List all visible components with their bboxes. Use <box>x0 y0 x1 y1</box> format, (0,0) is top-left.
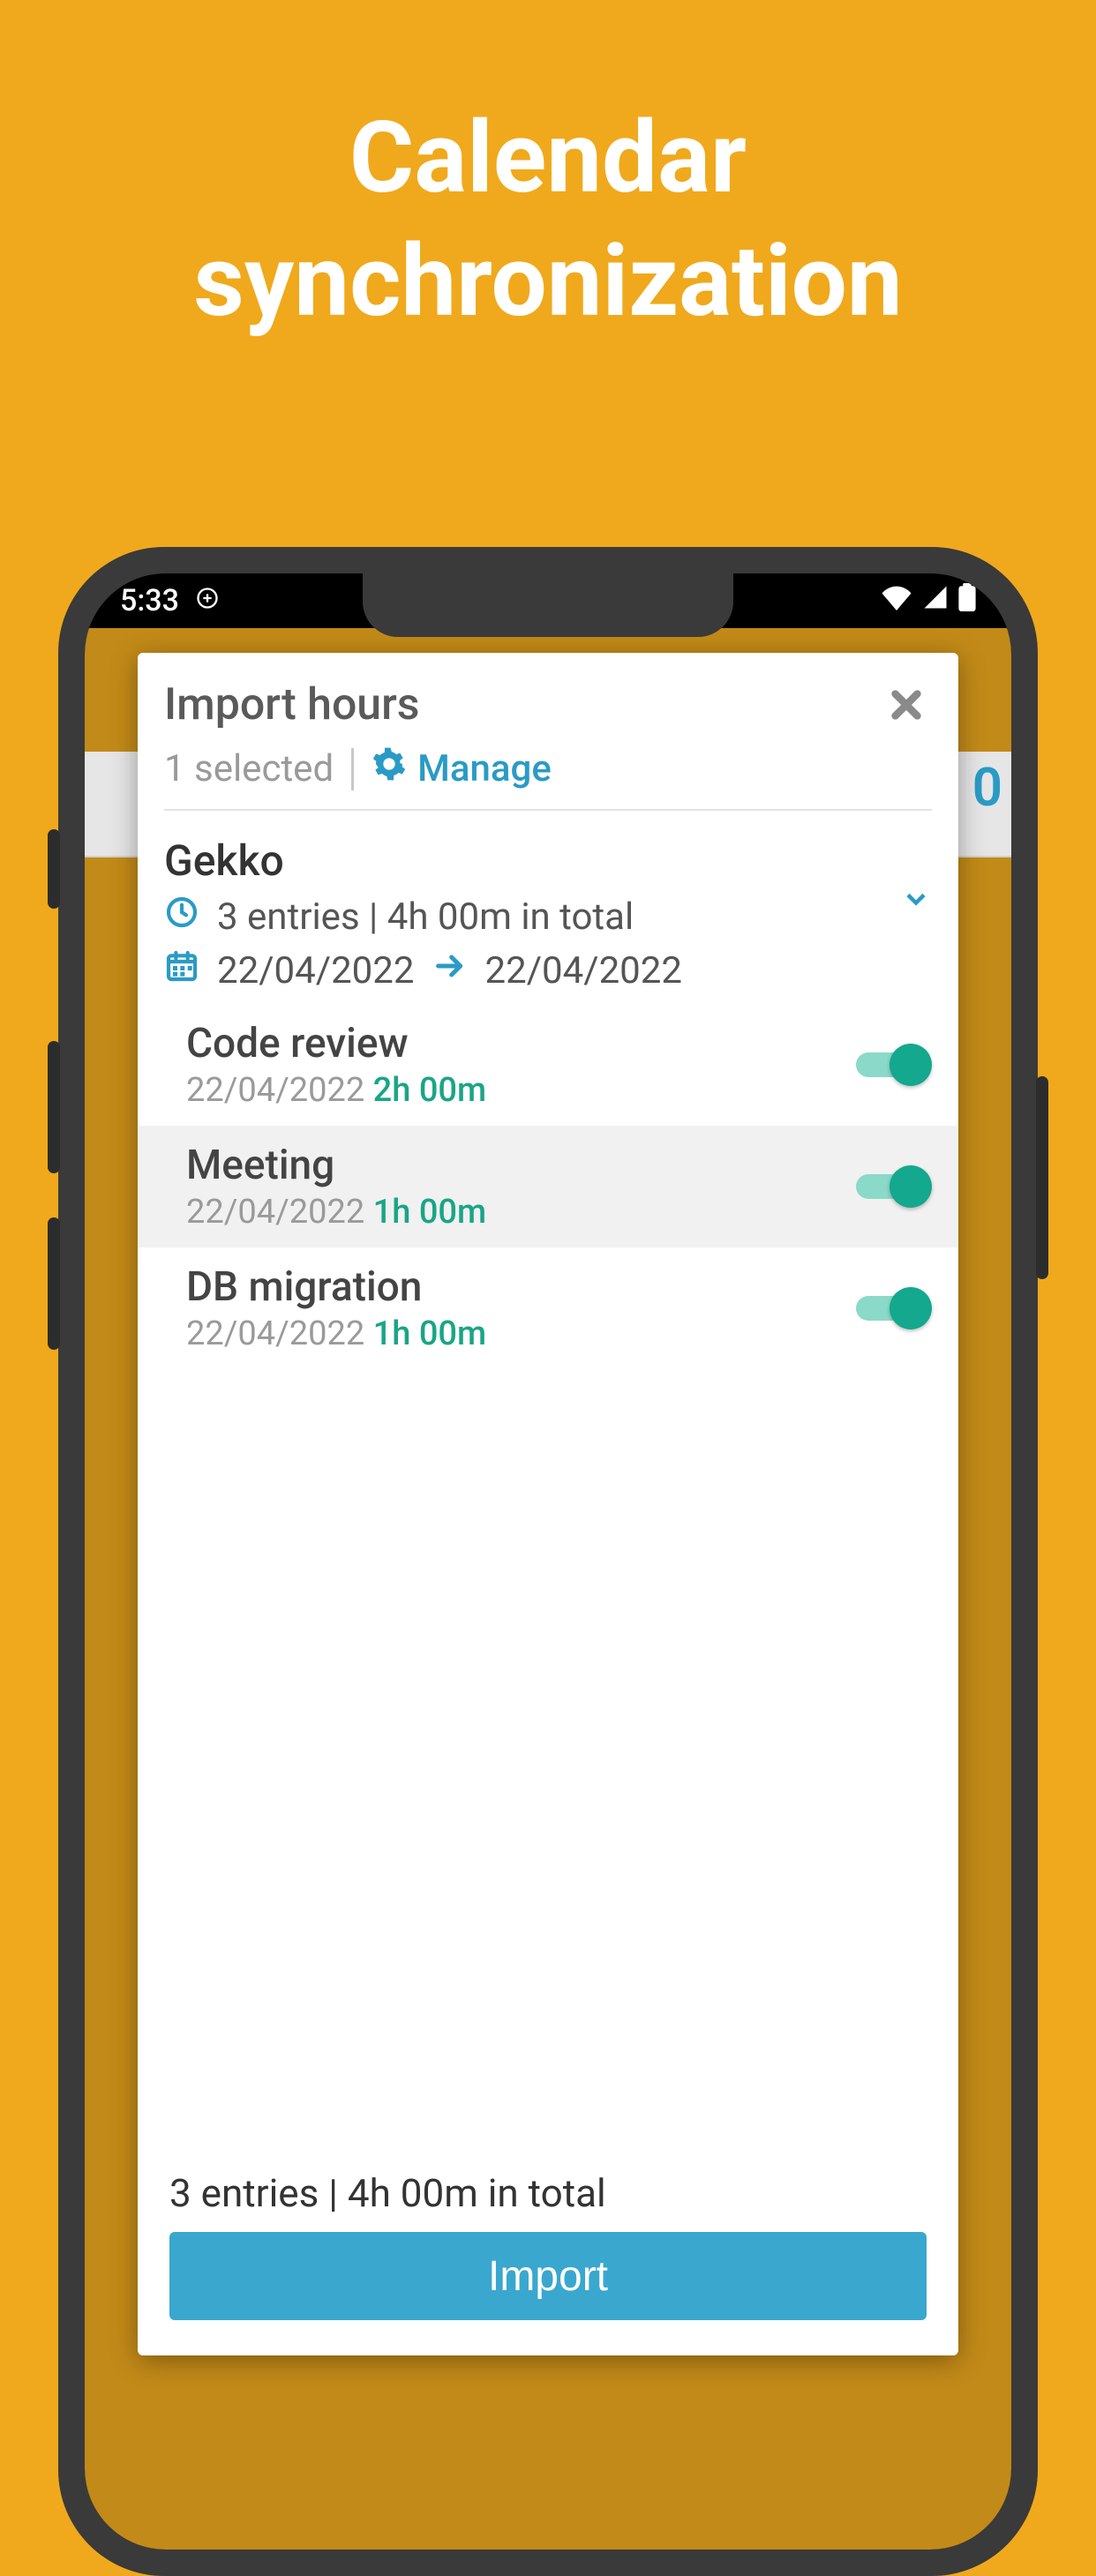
battery-icon <box>958 583 976 619</box>
selected-count: 1 selected <box>164 747 334 790</box>
status-time: 5:33 <box>120 583 179 618</box>
entry-row: Code review 22/04/2022 2h 00m <box>138 1004 958 1126</box>
entry-date: 22/04/2022 <box>186 1314 364 1353</box>
wifi-icon <box>881 583 912 618</box>
footer-summary: 3 entries | 4h 00m in total <box>169 2170 927 2216</box>
import-hours-modal: Import hours 1 selected Manage <box>138 653 958 2355</box>
entry-row: DB migration 22/04/2022 1h 00m <box>138 1247 958 1369</box>
manage-button[interactable]: Manage <box>372 746 552 791</box>
entry-title: Meeting <box>186 1142 486 1189</box>
entry-duration: 1h 00m <box>373 1193 486 1232</box>
entry-date: 22/04/2022 <box>186 1193 364 1232</box>
entry-title: Code review <box>186 1020 486 1067</box>
entry-row: Meeting 22/04/2022 1h 00m <box>138 1126 958 1247</box>
divider <box>351 748 354 790</box>
calendar-icon <box>164 948 199 993</box>
toggle-knob <box>890 1165 932 1208</box>
project-block: Gekko 3 entries | 4h 00m in total 22/04/… <box>138 820 958 1004</box>
phone-side-button <box>48 1041 60 1173</box>
phone-notch <box>363 573 733 637</box>
entry-title: DB migration <box>186 1263 486 1311</box>
modal-header: Import hours 1 selected Manage <box>138 653 958 820</box>
entry-date: 22/04/2022 <box>186 1071 364 1110</box>
toggle-knob <box>890 1287 932 1329</box>
entry-toggle[interactable] <box>852 1287 932 1329</box>
entries-list: Code review 22/04/2022 2h 00m Meeting <box>138 1004 958 1369</box>
hero-line-1: Calendar <box>0 97 1096 221</box>
entry-toggle[interactable] <box>852 1165 932 1208</box>
clock-icon <box>164 895 199 940</box>
close-icon <box>884 714 928 730</box>
divider <box>164 809 932 811</box>
phone-side-button <box>1036 1076 1048 1279</box>
entry-duration: 1h 00m <box>373 1314 486 1353</box>
modal-footer: 3 entries | 4h 00m in total Import <box>138 2153 958 2355</box>
signal-icon <box>921 583 950 618</box>
entry-duration: 2h 00m <box>373 1071 486 1110</box>
app-background-edge: 0 <box>972 756 1002 819</box>
phone-side-button <box>48 1217 60 1350</box>
close-button[interactable] <box>881 679 932 734</box>
project-summary: 3 entries | 4h 00m in total <box>217 895 634 939</box>
phone-frame: 5:33 0 <box>58 547 1038 2576</box>
date-from: 22/04/2022 <box>217 949 415 992</box>
toggle-knob <box>890 1044 932 1086</box>
import-button[interactable]: Import <box>169 2232 927 2320</box>
expand-toggle[interactable] <box>900 883 932 918</box>
gear-icon <box>372 746 407 791</box>
hero-title: Calendar synchronization <box>0 0 1096 344</box>
hero-line-2: synchronization <box>0 221 1096 344</box>
date-to: 22/04/2022 <box>485 949 683 992</box>
manage-label: Manage <box>417 747 552 790</box>
phone-side-button <box>48 829 60 909</box>
entry-toggle[interactable] <box>852 1044 932 1086</box>
phone-screen: 5:33 0 <box>85 573 1011 2550</box>
status-icon <box>195 583 220 618</box>
modal-title: Import hours <box>164 679 420 730</box>
project-name: Gekko <box>164 835 932 886</box>
arrow-right-icon <box>432 948 468 993</box>
chevron-down-icon <box>900 902 932 918</box>
